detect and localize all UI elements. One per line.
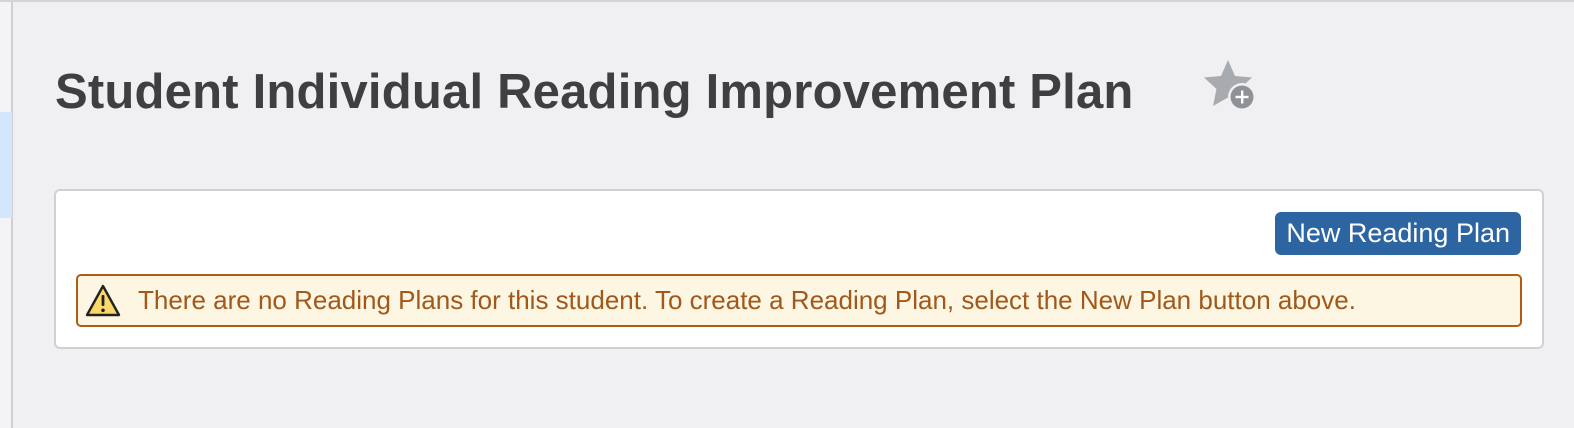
alert-message: There are no Reading Plans for this stud… <box>138 285 1356 315</box>
star-add-icon <box>1204 60 1256 111</box>
app-frame: Student Individual Reading Improvement P… <box>0 0 1574 428</box>
warning-icon <box>85 283 121 319</box>
reading-plans-panel: New Reading Plan There are no Reading Pl… <box>54 189 1544 349</box>
new-reading-plan-button[interactable]: New Reading Plan <box>1275 212 1521 255</box>
add-favorite-button[interactable] <box>1200 57 1260 115</box>
left-rail-active-indicator[interactable] <box>0 112 12 218</box>
page-title: Student Individual Reading Improvement P… <box>55 65 1134 119</box>
no-plans-alert: There are no Reading Plans for this stud… <box>76 274 1522 327</box>
